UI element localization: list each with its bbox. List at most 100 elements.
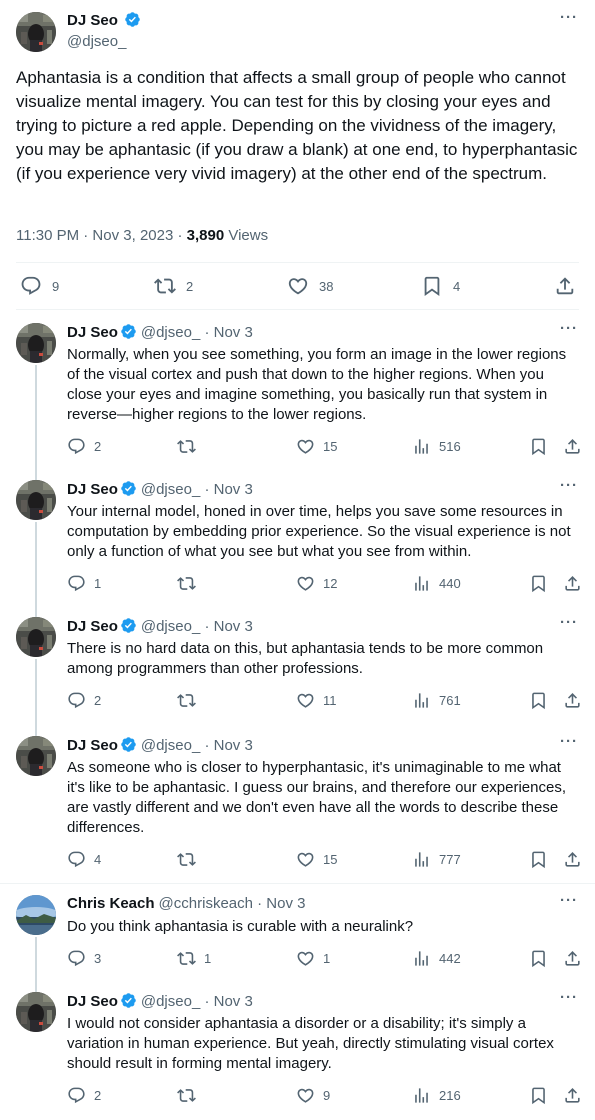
repost-icon — [177, 574, 196, 593]
bookmark-button[interactable] — [529, 437, 548, 456]
share-button[interactable] — [563, 574, 582, 593]
author-handle-date[interactable]: @djseo_ · Nov 3 — [141, 618, 253, 635]
like-button[interactable]: 11 — [296, 691, 337, 710]
like-button[interactable]: 38 — [287, 275, 333, 297]
avatar[interactable] — [16, 12, 56, 52]
more-icon[interactable]: ··· — [559, 990, 579, 1012]
views-button[interactable]: 440 — [412, 574, 461, 593]
bookmark-button[interactable] — [529, 574, 548, 593]
heart-icon — [296, 949, 315, 968]
like-button[interactable]: 15 — [296, 437, 337, 456]
author-handle-date[interactable]: @djseo_ · Nov 3 — [141, 737, 253, 754]
reply-button[interactable]: 2 — [67, 691, 101, 710]
repost-button[interactable] — [177, 574, 204, 593]
speech-bubble-icon — [67, 574, 86, 593]
share-button[interactable] — [563, 850, 582, 869]
views-button[interactable]: 442 — [412, 949, 461, 968]
like-button[interactable]: 15 — [296, 850, 337, 869]
author-name[interactable]: DJ Seo — [67, 324, 118, 341]
more-icon[interactable]: ··· — [559, 478, 579, 500]
repost-button[interactable] — [177, 437, 204, 456]
more-icon[interactable]: ··· — [559, 893, 579, 915]
avatar[interactable] — [16, 895, 56, 935]
speech-bubble-icon — [67, 691, 86, 710]
timestamp[interactable]: 11:30 PM · Nov 3, 2023 · — [16, 227, 187, 244]
reply-button[interactable]: 4 — [67, 850, 101, 869]
views-button[interactable]: 216 — [412, 1086, 461, 1105]
reply-button[interactable]: 3 — [67, 949, 101, 968]
bookmark-button[interactable] — [529, 949, 548, 968]
thread-line — [35, 937, 37, 992]
more-icon[interactable]: ··· — [559, 321, 579, 343]
views-count: 3,890 — [186, 227, 225, 244]
reply-count: 4 — [94, 852, 102, 867]
author-name[interactable]: DJ Seo — [67, 11, 141, 29]
share-icon — [563, 949, 582, 968]
reply-text: I would not consider aphantasia a disord… — [67, 1015, 554, 1072]
author-handle-date[interactable]: @djseo_ · Nov 3 — [141, 481, 253, 498]
bookmark-button[interactable] — [529, 850, 548, 869]
author-name[interactable]: Chris Keach — [67, 895, 155, 912]
thread-line — [35, 522, 37, 617]
reply-count: 2 — [94, 439, 102, 454]
views-button[interactable]: 761 — [412, 691, 461, 710]
repost-button[interactable] — [177, 691, 204, 710]
reply-button[interactable]: 2 — [67, 1086, 101, 1105]
repost-button[interactable]: 1 — [177, 949, 211, 968]
avatar[interactable] — [16, 992, 56, 1032]
like-button[interactable]: 1 — [296, 949, 330, 968]
bookmark-icon — [529, 574, 548, 593]
more-icon[interactable]: ··· — [559, 734, 579, 756]
author-name[interactable]: DJ Seo — [67, 618, 118, 635]
share-icon — [554, 275, 576, 297]
share-button[interactable] — [563, 691, 582, 710]
reply-text: As someone who is closer to hyperphantas… — [67, 759, 566, 836]
heart-icon — [296, 1086, 315, 1105]
bookmark-button[interactable]: 4 — [421, 275, 460, 297]
share-button[interactable] — [563, 949, 582, 968]
author-handle-date[interactable]: @djseo_ · Nov 3 — [141, 993, 253, 1010]
bookmark-button[interactable] — [529, 691, 548, 710]
avatar[interactable] — [16, 323, 56, 363]
repost-button[interactable]: 2 — [154, 275, 193, 297]
avatar[interactable] — [16, 736, 56, 776]
more-icon[interactable]: ··· — [559, 10, 579, 32]
reply-text: Do you think aphantasia is curable with … — [67, 918, 414, 935]
share-icon — [563, 574, 582, 593]
views-count: 777 — [439, 852, 461, 867]
more-icon[interactable]: ··· — [559, 615, 579, 637]
reply-button[interactable]: 9 — [20, 275, 59, 297]
repost-button[interactable] — [177, 1086, 204, 1105]
heart-icon — [296, 691, 315, 710]
like-button[interactable]: 12 — [296, 574, 337, 593]
like-count: 9 — [323, 1088, 331, 1103]
author-handle-date[interactable]: @cchriskeach · Nov 3 — [159, 895, 306, 912]
reply-count: 2 — [94, 693, 102, 708]
repost-button[interactable] — [177, 850, 204, 869]
speech-bubble-icon — [20, 275, 42, 297]
reply-button[interactable]: 2 — [67, 437, 101, 456]
share-button[interactable] — [563, 437, 582, 456]
reply-button[interactable]: 1 — [67, 574, 101, 593]
bookmark-button[interactable] — [529, 1086, 548, 1105]
avatar[interactable] — [16, 617, 56, 657]
views-button[interactable]: 777 — [412, 850, 461, 869]
views-button[interactable]: 516 — [412, 437, 461, 456]
verified-badge-icon — [124, 11, 141, 28]
author-handle[interactable]: @djseo_ — [67, 33, 126, 50]
bookmark-icon — [529, 437, 548, 456]
verified-badge-icon — [120, 736, 137, 753]
share-button[interactable] — [563, 1086, 582, 1105]
author-name[interactable]: DJ Seo — [67, 737, 118, 754]
like-button[interactable]: 9 — [296, 1086, 330, 1105]
share-button[interactable] — [554, 275, 576, 297]
author-handle-date[interactable]: @djseo_ · Nov 3 — [141, 324, 253, 341]
tweet-actions: 9 2 38 4 — [16, 275, 579, 299]
author-name[interactable]: DJ Seo — [67, 993, 118, 1010]
repost-icon — [177, 1086, 196, 1105]
verified-badge-icon — [120, 323, 137, 340]
author-name[interactable]: DJ Seo — [67, 481, 118, 498]
repost-count: 2 — [186, 278, 194, 294]
author-name-text[interactable]: DJ Seo — [67, 12, 118, 29]
avatar[interactable] — [16, 480, 56, 520]
